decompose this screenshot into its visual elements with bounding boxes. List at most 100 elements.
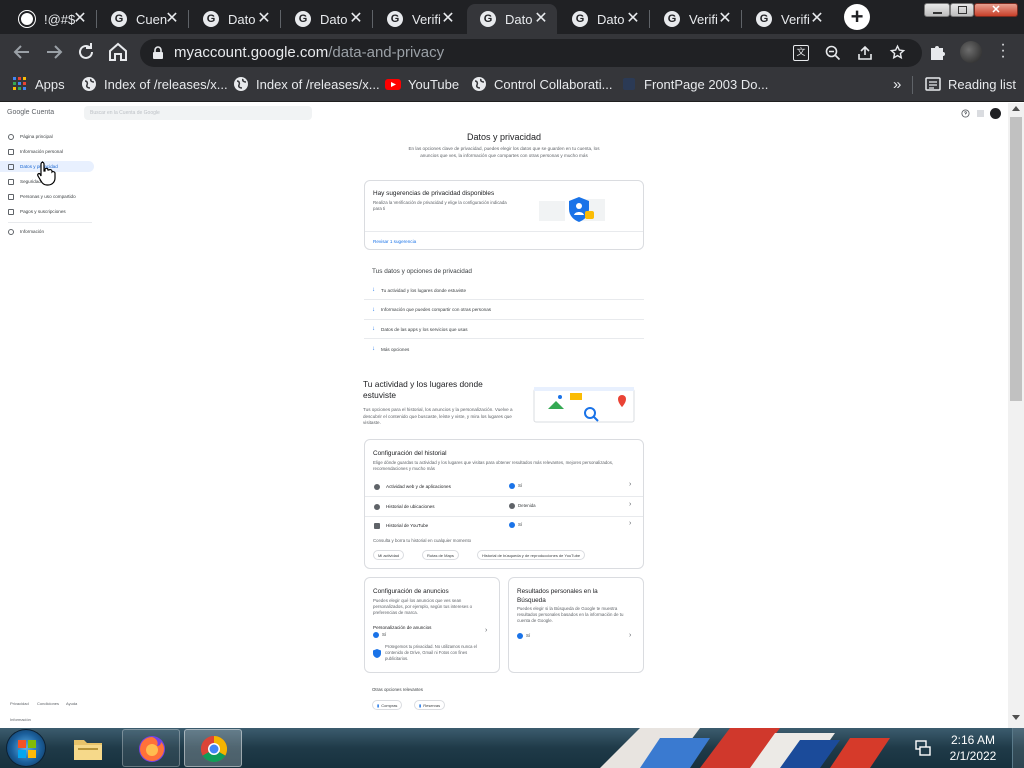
arrow-down-icon: ↓ <box>372 287 375 293</box>
translate-icon[interactable]: 文 <box>793 45 809 61</box>
browser-tab[interactable]: G Dato ✕ <box>559 4 649 34</box>
sidebar-item-label: Página principal <box>20 134 53 139</box>
close-tab-icon[interactable]: ✕ <box>717 11 733 27</box>
privacy-suggestion-card[interactable]: Hay sugerencias de privacidad disponible… <box>364 180 644 250</box>
arrow-down-icon: ↓ <box>372 326 375 332</box>
google-g-icon: G <box>756 11 772 27</box>
history-row-status-text: Detenida <box>518 502 536 508</box>
chevron-right-icon[interactable]: › <box>629 632 631 639</box>
google-account-logo[interactable]: Google Cuenta <box>7 109 54 116</box>
account-search-box[interactable]: Buscar en la Cuenta de Google <box>84 106 312 120</box>
browser-tab[interactable]: !@#$ ✕ <box>6 4 96 34</box>
bookmark-frontpage[interactable]: FrontPage 2003 Do... <box>621 70 768 98</box>
review-suggestion-link[interactable]: Revisar 1 sugerencia <box>373 239 416 244</box>
account-avatar[interactable] <box>990 108 1001 119</box>
sidebar-item-6[interactable]: Información <box>0 226 94 237</box>
sidebar-item-4[interactable]: Personas y uso compartido <box>0 191 94 202</box>
new-tab-button[interactable]: + <box>844 4 870 30</box>
extensions-button[interactable] <box>928 42 948 62</box>
maximize-button[interactable] <box>950 3 974 17</box>
scroll-up-arrow[interactable] <box>1012 106 1020 111</box>
reload-button[interactable] <box>74 40 98 64</box>
privacy-option-item[interactable]: ↓ Datos de las apps y los servicios que u… <box>364 320 644 339</box>
browser-tab[interactable]: G Verifi ✕ <box>374 4 464 34</box>
sidebar-item-5[interactable]: Pagos y suscripciones <box>0 206 94 217</box>
profile-avatar[interactable] <box>960 41 982 63</box>
privacy-option-item[interactable]: ↓ Información que puedes compartir con ot… <box>364 301 644 320</box>
personal-results-card[interactable]: Resultados personales en la Búsqueda Pue… <box>508 577 644 673</box>
zoom-out-icon[interactable] <box>825 45 841 61</box>
page-scrollbar[interactable] <box>1008 103 1024 728</box>
network-icon[interactable] <box>914 739 932 757</box>
close-tab-icon[interactable]: ✕ <box>533 11 549 27</box>
menu-kebab-icon[interactable]: · · · <box>998 37 1008 65</box>
bookmark-releases-1[interactable]: Index of /releases/x... <box>81 70 228 98</box>
close-tab-icon[interactable]: ✕ <box>348 11 364 27</box>
privacy-option-label: Tu actividad y los lugares donde estuvis… <box>381 287 467 293</box>
more-bookmarks-button[interactable]: » <box>893 70 901 98</box>
activity-description: Tus opciones para el historial, los anun… <box>363 407 513 425</box>
close-tab-icon[interactable]: ✕ <box>625 11 641 27</box>
chip-compras[interactable]: ▮ Compras <box>372 700 403 710</box>
chevron-right-icon[interactable]: › <box>485 627 487 634</box>
bookmark-releases-2[interactable]: Index of /releases/x... <box>233 70 380 98</box>
privacy-option-item[interactable]: ↓ Más opciones <box>364 340 644 359</box>
close-tab-icon[interactable]: ✕ <box>440 11 456 27</box>
sidebar-item-1[interactable]: Información personal <box>0 146 94 157</box>
close-tab-icon[interactable]: ✕ <box>72 11 88 27</box>
shield-illustration-icon <box>539 197 605 222</box>
show-desktop-button[interactable] <box>1012 728 1024 768</box>
bookmark-control-collab[interactable]: Control Collaborati... <box>471 70 613 98</box>
privacy-option-item[interactable]: ↓ Tu actividad y los lugares donde estuvi… <box>364 281 644 300</box>
sidebar-item-0[interactable]: Página principal <box>0 131 94 142</box>
close-tab-icon[interactable]: ✕ <box>164 11 180 27</box>
chip-reservas[interactable]: ▮ Reservas <box>414 700 446 710</box>
history-row[interactable]: Historial de YouTube Sí › <box>365 517 643 536</box>
close-tab-icon[interactable]: ✕ <box>256 11 272 27</box>
browser-tab[interactable]: G Dato ✕ <box>190 4 280 34</box>
taskbar-chrome[interactable] <box>184 729 242 767</box>
bookmark-star-icon[interactable] <box>889 44 906 61</box>
close-tab-icon[interactable]: ✕ <box>809 11 825 27</box>
history-row[interactable]: Actividad web y de aplicaciones Sí › <box>365 478 643 497</box>
scrollbar-thumb[interactable] <box>1010 117 1022 401</box>
activity-heading-line1: Tu actividad y los lugares donde <box>363 379 483 389</box>
chrome-icon <box>200 735 228 763</box>
taskbar-explorer[interactable] <box>62 729 116 767</box>
chip-rutas-maps[interactable]: Rutas de Maps <box>422 550 459 560</box>
footer-link-informacion[interactable]: Información <box>10 717 31 722</box>
footer-link-ayuda[interactable]: Ayuda <box>66 701 77 706</box>
apps-menu-icon[interactable] <box>977 110 984 117</box>
windows-taskbar: 2:16 AM 2/1/2022 <box>0 728 1024 768</box>
start-button[interactable] <box>6 729 46 767</box>
puzzle-icon <box>931 46 945 60</box>
browser-tab[interactable]: G Cuen ✕ <box>98 4 188 34</box>
system-clock[interactable]: 2:16 AM 2/1/2022 <box>942 732 1004 764</box>
address-bar[interactable]: myaccount.google.com/data-and-privacy 文 <box>140 39 922 67</box>
forward-button[interactable] <box>42 40 66 64</box>
taskbar-firefox[interactable] <box>122 729 180 767</box>
ads-protect-text: Protegemos tu privacidad. No utilizamos … <box>385 644 477 661</box>
browser-tab[interactable]: G Verifi ✕ <box>743 4 833 34</box>
home-button[interactable] <box>106 40 130 64</box>
browser-tab[interactable]: G Dato ✕ <box>467 4 557 34</box>
scroll-down-arrow[interactable] <box>1012 715 1020 720</box>
bookmark-youtube[interactable]: YouTube <box>385 70 459 98</box>
browser-tab[interactable]: G Dato ✕ <box>282 4 372 34</box>
chip-mi-actividad[interactable]: Mi actividad <box>373 550 405 560</box>
footer-link-privacidad[interactable]: Privacidad <box>10 701 29 706</box>
close-window-button[interactable]: ✕ <box>974 3 1018 17</box>
bookmark-apps[interactable]: Apps <box>12 70 65 98</box>
wallpaper-graphic <box>600 728 890 768</box>
minimize-button[interactable] <box>924 3 950 17</box>
chip-historial-busqueda[interactable]: Historial de búsqueda y de reproduccione… <box>477 550 586 560</box>
reading-list-button[interactable]: Reading list <box>925 70 1016 98</box>
help-icon[interactable] <box>961 109 970 118</box>
history-row[interactable]: Historial de ubicaciones Detenida › <box>365 498 643 517</box>
globe-icon <box>234 77 248 91</box>
back-button[interactable] <box>10 40 34 64</box>
ads-settings-card[interactable]: Configuración de anuncios Puedes elegir … <box>364 577 500 673</box>
share-icon[interactable] <box>857 45 873 61</box>
browser-tab[interactable]: G Verifi ✕ <box>651 4 741 34</box>
footer-link-condiciones[interactable]: Condiciones <box>37 701 59 706</box>
